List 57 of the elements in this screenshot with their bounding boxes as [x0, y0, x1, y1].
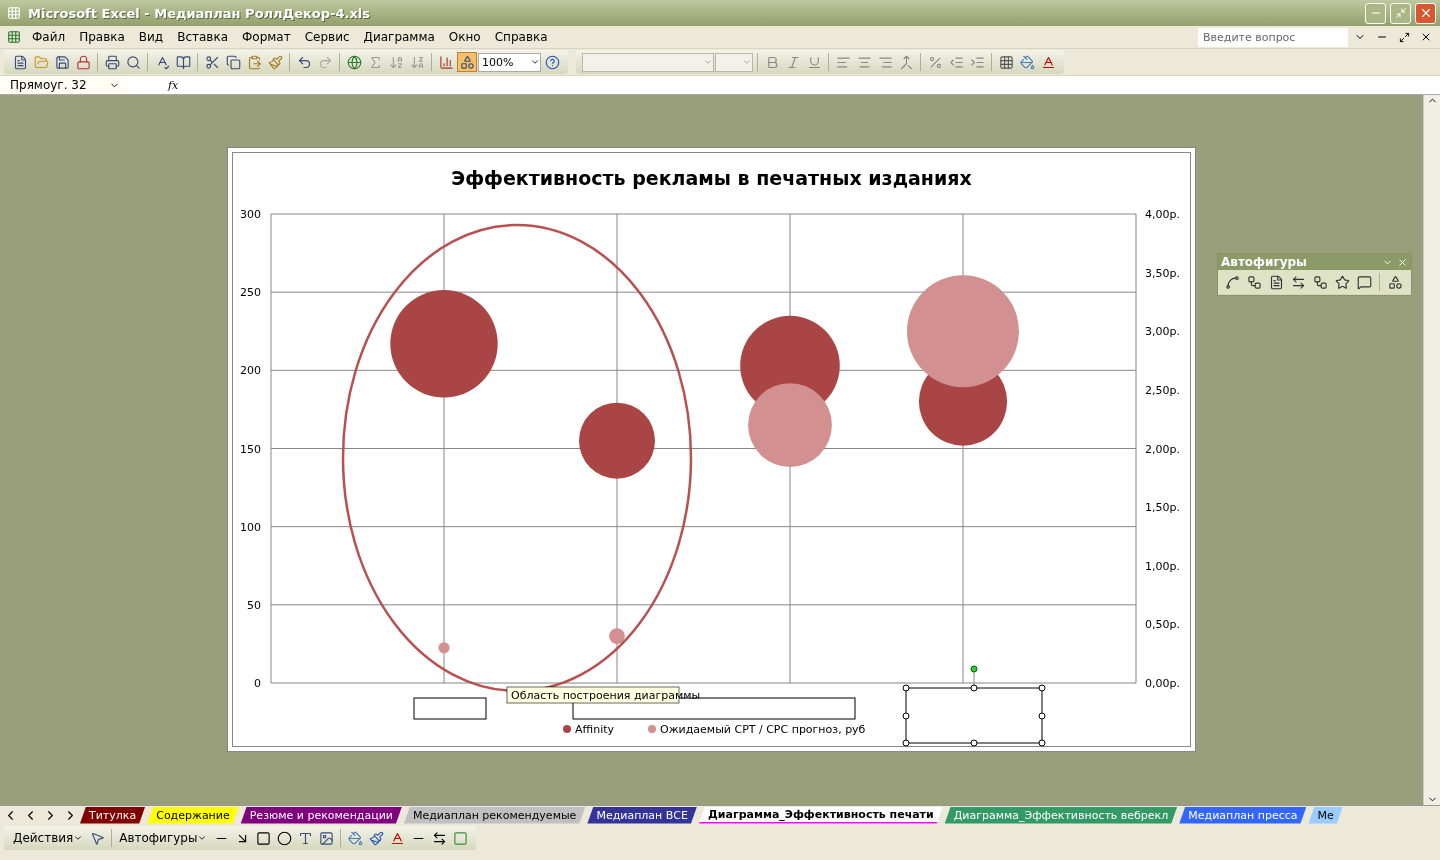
sheet-tab[interactable]: Содержание	[147, 806, 239, 824]
menu-item[interactable]: Правка	[73, 28, 131, 46]
axis-label: 200	[240, 364, 261, 378]
tooltip: Область построения диаграммы	[506, 686, 701, 704]
help-search-field[interactable]: Введите вопрос	[1198, 27, 1348, 47]
axis-label: 150	[240, 442, 261, 456]
legend-label: Affinity	[575, 722, 615, 736]
sheet-tab[interactable]: Ме	[1308, 806, 1343, 824]
axis-label: 4,00р.	[1145, 207, 1180, 221]
axis-label: 250	[240, 285, 261, 299]
axis-label: 50	[247, 598, 261, 612]
axis-label: 1,00р.	[1145, 559, 1180, 573]
menu-item[interactable]: Вид	[132, 28, 170, 46]
axis-label: 0,50р.	[1145, 618, 1180, 632]
axis-label: 2,00р.	[1145, 442, 1180, 456]
function-label[interactable]: fx	[168, 78, 179, 92]
axis-label: 300	[240, 207, 261, 221]
actions-menu[interactable]: Действия	[10, 831, 87, 845]
menu-item[interactable]: Сервис	[298, 28, 356, 46]
window-title: Microsoft Excel - Медиаплан РоллДекор-4.xls	[28, 5, 372, 21]
chart-title: Эффективность рекламы в печатных изданиях	[450, 165, 973, 191]
sheet-tab[interactable]: Диаграмма_Эффективность вебрекл	[944, 806, 1178, 824]
close-button[interactable]	[1415, 2, 1436, 24]
axis-label: 0	[254, 676, 261, 690]
panel-title: Автофигуры	[1221, 255, 1308, 269]
menu-item[interactable]: Справка	[488, 28, 554, 46]
font-field[interactable]	[582, 52, 714, 72]
autoshapes-menu[interactable]: Автофигуры	[116, 831, 211, 845]
vertical-scrollbar[interactable]	[1423, 95, 1440, 805]
dropdown-icon	[197, 833, 208, 843]
axis-label: 1,50р.	[1145, 500, 1180, 514]
dropdown-icon[interactable]	[530, 57, 540, 67]
font-size-field[interactable]	[715, 52, 753, 72]
menu-item[interactable]: Формат	[236, 28, 297, 46]
menu-item[interactable]: Диаграмма	[357, 28, 441, 46]
axis-label: 3,00р.	[1145, 325, 1180, 338]
sheet-tab[interactable]: Резюме и рекомендации	[240, 806, 402, 824]
axis-label: 100	[240, 520, 261, 534]
legend-item: Ожидаемый CPT / CPC прогноз, руб	[648, 722, 866, 736]
selection-handles[interactable]	[902, 665, 1046, 747]
shapes-icon[interactable]	[457, 52, 477, 72]
axis-label: 2,50р.	[1145, 383, 1180, 397]
menu-item[interactable]: Окно	[442, 28, 487, 46]
sheet-tab[interactable]: Медиаплан ВСЕ	[587, 806, 697, 824]
restore-icon	[1394, 7, 1407, 19]
axis-label: 3,50р.	[1145, 266, 1180, 280]
sheet-tab[interactable]: Медиаплан рекомендуемые	[403, 806, 586, 824]
dropdown-icon	[73, 833, 84, 843]
sheet-tab[interactable]: Диаграмма_Эффективность печати	[699, 806, 943, 824]
name-box[interactable]: Прямоуг. 32	[0, 76, 128, 94]
axis-label: 0,00р.	[1145, 676, 1180, 690]
sheet-tab[interactable]: Титулка	[80, 806, 146, 824]
zoom-field[interactable]: 100%	[478, 52, 541, 72]
menu-item[interactable]: Вставка	[171, 28, 234, 46]
legend-item: Affinity	[563, 722, 614, 736]
menu-item[interactable]: Файл	[26, 28, 72, 46]
sheet-tab[interactable]: Медиаплан пресса	[1179, 806, 1307, 824]
